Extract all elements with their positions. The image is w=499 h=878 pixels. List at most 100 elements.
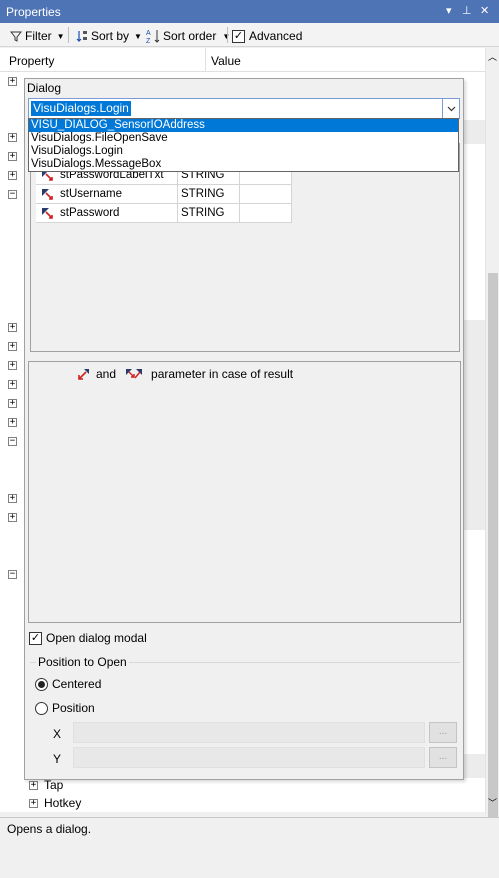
- window-title-bar: Properties ▾ ⊥ ✕: [0, 0, 499, 23]
- collapse-icon[interactable]: −: [8, 570, 17, 579]
- tree-item-tap[interactable]: + Tap: [29, 778, 63, 792]
- window-menu-icon[interactable]: ▾: [446, 4, 452, 17]
- advanced-checkbox[interactable]: ✓: [232, 29, 245, 43]
- value-cell: [464, 754, 485, 778]
- description-panel: Opens a dialog.: [0, 817, 499, 878]
- combobox-dropdown-button[interactable]: [442, 99, 459, 118]
- dropdown-option[interactable]: VisuDialogs.FileOpenSave: [29, 132, 458, 145]
- sort-az-icon: A Z: [146, 30, 160, 44]
- properties-toolbar: Filter ▼ Sort by ▼ A Z Sort order ▼ ✓ Ad…: [0, 23, 499, 47]
- dialog-dropdown-list[interactable]: VISU_DIALOG_SensorIOAddress VisuDialogs.…: [28, 118, 459, 172]
- param-name-cell: stUsername: [36, 185, 178, 204]
- open-modal-toggle[interactable]: ✓ Open dialog modal: [29, 631, 147, 645]
- pin-icon[interactable]: ⊥: [462, 4, 472, 17]
- result-hint-and: and: [96, 367, 117, 381]
- dialog-combobox[interactable]: VisuDialogs.Login: [28, 98, 460, 119]
- window-title: Properties: [6, 5, 61, 19]
- y-browse-button: ...: [429, 747, 457, 768]
- y-label: Y: [53, 752, 62, 766]
- column-header-property[interactable]: Property: [9, 54, 54, 68]
- value-cell: [464, 490, 485, 530]
- value-cell: [464, 780, 485, 812]
- sort-by-label: Sort by: [91, 29, 130, 43]
- result-mapping-area: and parameter in case of result: [28, 361, 461, 623]
- description-text: Opens a dialog.: [7, 822, 92, 836]
- expand-icon[interactable]: +: [8, 171, 17, 180]
- sort-order-button[interactable]: A Z Sort order ▼: [146, 28, 230, 44]
- param-name-cell: stPassword: [36, 204, 178, 223]
- expand-icon[interactable]: +: [8, 133, 17, 142]
- collapse-icon[interactable]: −: [8, 437, 17, 446]
- svg-text:A: A: [146, 30, 151, 37]
- open-modal-label: Open dialog modal: [46, 631, 147, 645]
- dropdown-option[interactable]: VISU_DIALOG_SensorIOAddress: [29, 119, 458, 132]
- column-divider[interactable]: [205, 48, 206, 72]
- expand-icon[interactable]: +: [8, 418, 17, 427]
- centered-radio[interactable]: [35, 677, 48, 691]
- tree-item-label: Tap: [44, 778, 64, 792]
- y-field: [73, 747, 425, 768]
- filter-button[interactable]: Filter ▼: [10, 28, 65, 44]
- param-name: stUsername: [60, 188, 122, 200]
- position-group: Position to Open Centered Position X ...…: [30, 655, 460, 773]
- column-header-value[interactable]: Value: [211, 54, 241, 68]
- expand-icon[interactable]: +: [29, 798, 38, 808]
- param-type: STRING: [178, 185, 240, 204]
- scroll-up-icon[interactable]: ︿: [488, 50, 497, 63]
- collapse-icon[interactable]: −: [8, 190, 17, 199]
- scroll-down-icon[interactable]: ﹀: [488, 796, 497, 809]
- result-hint-text: parameter in case of result: [151, 367, 294, 381]
- position-option[interactable]: Position: [35, 701, 95, 715]
- table-row[interactable]: stPassword STRING: [36, 204, 292, 223]
- advanced-label: Advanced: [249, 29, 303, 43]
- toolbar-separator: [227, 27, 228, 43]
- sort-order-label: Sort order: [163, 29, 217, 43]
- result-hint: and parameter in case of result: [75, 367, 293, 381]
- chevron-down-icon: ▼: [56, 31, 65, 41]
- inout-parameter-icon: [126, 369, 143, 379]
- scrollbar-thumb[interactable]: [488, 273, 498, 823]
- expand-icon[interactable]: +: [8, 77, 17, 86]
- svg-text:Z: Z: [146, 38, 151, 44]
- filter-label: Filter: [25, 29, 52, 43]
- position-radio[interactable]: [35, 701, 48, 715]
- expand-icon[interactable]: +: [8, 399, 17, 408]
- expand-icon[interactable]: +: [8, 323, 17, 332]
- dropdown-option[interactable]: VisuDialogs.MessageBox: [29, 158, 458, 171]
- vertical-scrollbar[interactable]: ︿ ﹀: [485, 48, 499, 823]
- dialog-label: Dialog: [27, 81, 62, 95]
- chevron-down-icon: ▼: [134, 31, 142, 41]
- open-modal-checkbox[interactable]: ✓: [29, 631, 42, 645]
- grid-header: Property Value: [0, 48, 485, 72]
- table-row[interactable]: stUsername STRING: [36, 185, 292, 204]
- expand-icon[interactable]: +: [8, 380, 17, 389]
- sort-by-icon: [76, 31, 87, 42]
- toolbar-separator: [68, 27, 69, 43]
- param-name: stPassword: [60, 207, 120, 219]
- parameter-table: stUserLabelTxt STRING stPasswordLabelTxt…: [30, 143, 460, 352]
- output-parameter-icon: [78, 369, 89, 380]
- param-value[interactable]: [240, 185, 292, 204]
- expand-icon[interactable]: +: [29, 780, 38, 790]
- expand-icon[interactable]: +: [8, 361, 17, 370]
- param-value[interactable]: [240, 204, 292, 223]
- expand-icon[interactable]: +: [8, 513, 17, 522]
- centered-option[interactable]: Centered: [35, 677, 101, 691]
- tree-item-hotkey[interactable]: + Hotkey: [29, 796, 81, 810]
- value-cell: [464, 120, 485, 144]
- tree-item-label: Hotkey: [44, 796, 82, 810]
- expand-icon[interactable]: +: [8, 494, 17, 503]
- dialog-combobox-value[interactable]: VisuDialogs.Login: [31, 101, 131, 116]
- x-label: X: [53, 727, 62, 741]
- advanced-toggle[interactable]: ✓ Advanced: [232, 28, 302, 44]
- dropdown-option[interactable]: VisuDialogs.Login: [29, 145, 458, 158]
- expand-icon[interactable]: +: [8, 342, 17, 351]
- expand-icon[interactable]: +: [8, 152, 17, 161]
- param-type: STRING: [178, 204, 240, 223]
- dialog-editor-panel: Dialog VisuDialogs.Login stUserLabelTxt …: [24, 78, 464, 780]
- x-browse-button: ...: [429, 722, 457, 743]
- centered-label: Centered: [52, 677, 102, 691]
- close-icon[interactable]: ✕: [480, 4, 489, 17]
- x-field: [73, 722, 425, 743]
- sort-by-button[interactable]: Sort by ▼: [76, 28, 142, 44]
